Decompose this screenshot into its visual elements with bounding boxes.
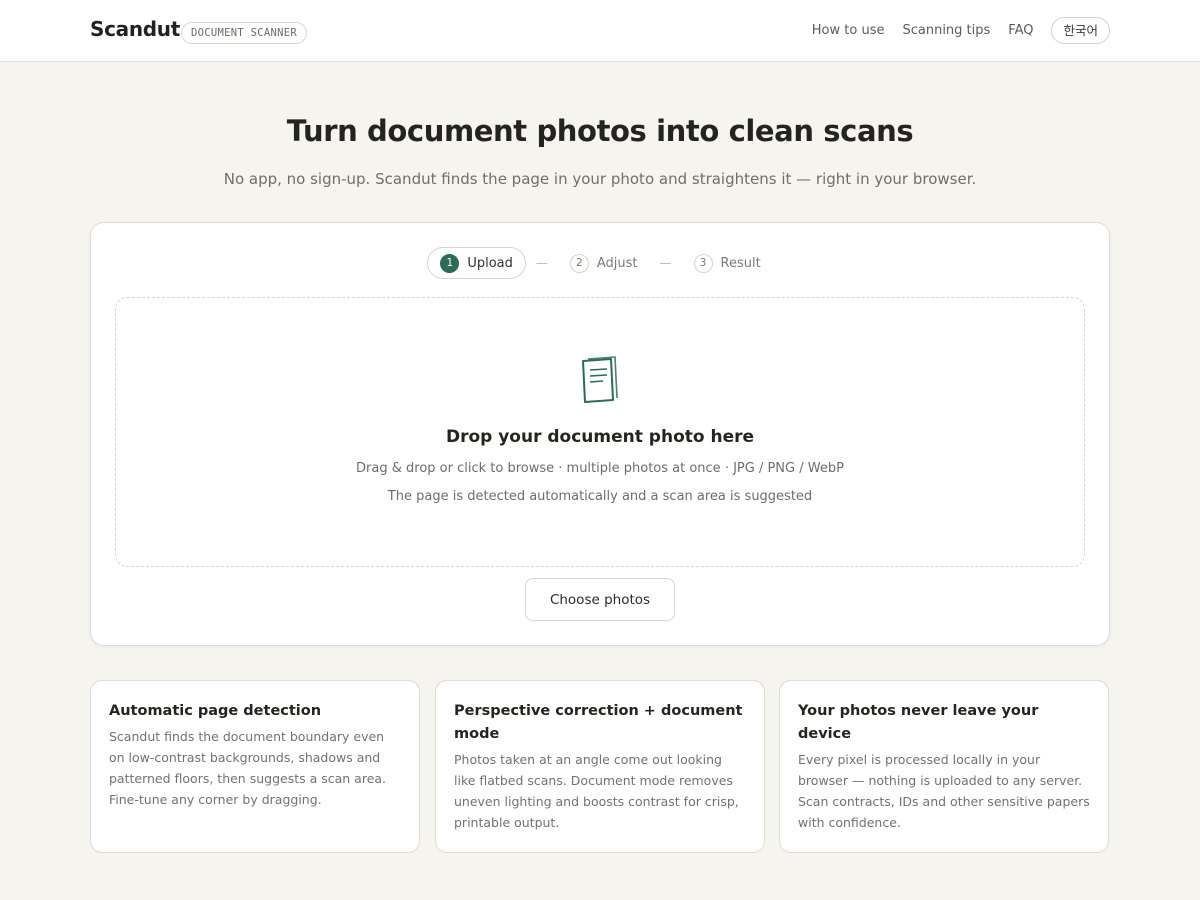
step-result: 3 Result bbox=[682, 247, 773, 279]
nav-faq[interactable]: FAQ bbox=[1008, 17, 1033, 44]
step-adjust: 2 Adjust bbox=[558, 247, 650, 279]
nav-scanning-tips[interactable]: Scanning tips bbox=[902, 17, 990, 44]
feature-body: Photos taken at an angle come out lookin… bbox=[454, 752, 739, 830]
feature-body: Every pixel is processed locally in your… bbox=[798, 752, 1090, 830]
step-result-label: Result bbox=[720, 255, 761, 271]
photo-dropzone[interactable]: Drop your document photo here Drag & dro… bbox=[115, 297, 1085, 567]
top-header: Scandut DOCUMENT SCANNER How to use Scan… bbox=[0, 0, 1200, 62]
step-indicator: 1 Upload — 2 Adjust — 3 Result bbox=[91, 247, 1109, 279]
step-separator: — bbox=[659, 256, 672, 270]
feature-title: Perspective correction + document mode bbox=[454, 703, 743, 742]
step-adjust-number: 2 bbox=[569, 253, 589, 273]
top-nav: How to use Scanning tips FAQ 한국어 bbox=[812, 17, 1110, 44]
brand-tag-badge: DOCUMENT SCANNER bbox=[181, 22, 307, 44]
step-upload-number: 1 bbox=[440, 253, 460, 273]
scanner-card: 1 Upload — 2 Adjust — 3 Result Drop your… bbox=[90, 222, 1110, 646]
feature-title: Automatic page detection bbox=[109, 703, 322, 719]
page-title: Turn document photos into clean scans bbox=[286, 114, 914, 148]
choose-photos-button[interactable]: Choose photos bbox=[525, 578, 675, 621]
dropzone-title: Drop your document photo here bbox=[445, 427, 755, 447]
feature-title: Your photos never leave your device bbox=[798, 703, 1039, 742]
feature-card-privacy: Your photos never leave your device Ever… bbox=[779, 680, 1109, 853]
brand-logo[interactable]: Scandut bbox=[90, 17, 180, 41]
step-adjust-label: Adjust bbox=[596, 255, 638, 271]
step-result-number: 3 bbox=[693, 253, 713, 273]
language-switch-button[interactable]: 한국어 bbox=[1051, 17, 1110, 44]
page-subtitle: No app, no sign-up. Scandut finds the pa… bbox=[223, 170, 977, 188]
feature-card-perspective: Perspective correction + document mode P… bbox=[435, 680, 765, 853]
document-icon bbox=[582, 356, 618, 403]
nav-how-to-use[interactable]: How to use bbox=[812, 17, 885, 44]
step-upload: 1 Upload bbox=[427, 247, 526, 279]
feature-card-detection: Automatic page detection Scandut finds t… bbox=[90, 680, 420, 853]
dropzone-detection-note: The page is detected automatically and a… bbox=[387, 489, 813, 504]
step-upload-label: Upload bbox=[467, 255, 513, 271]
feature-body: Scandut finds the document boundary even… bbox=[109, 729, 387, 807]
dropzone-hint: Drag & drop or click to browse · multipl… bbox=[356, 461, 844, 476]
step-separator: — bbox=[535, 256, 548, 270]
